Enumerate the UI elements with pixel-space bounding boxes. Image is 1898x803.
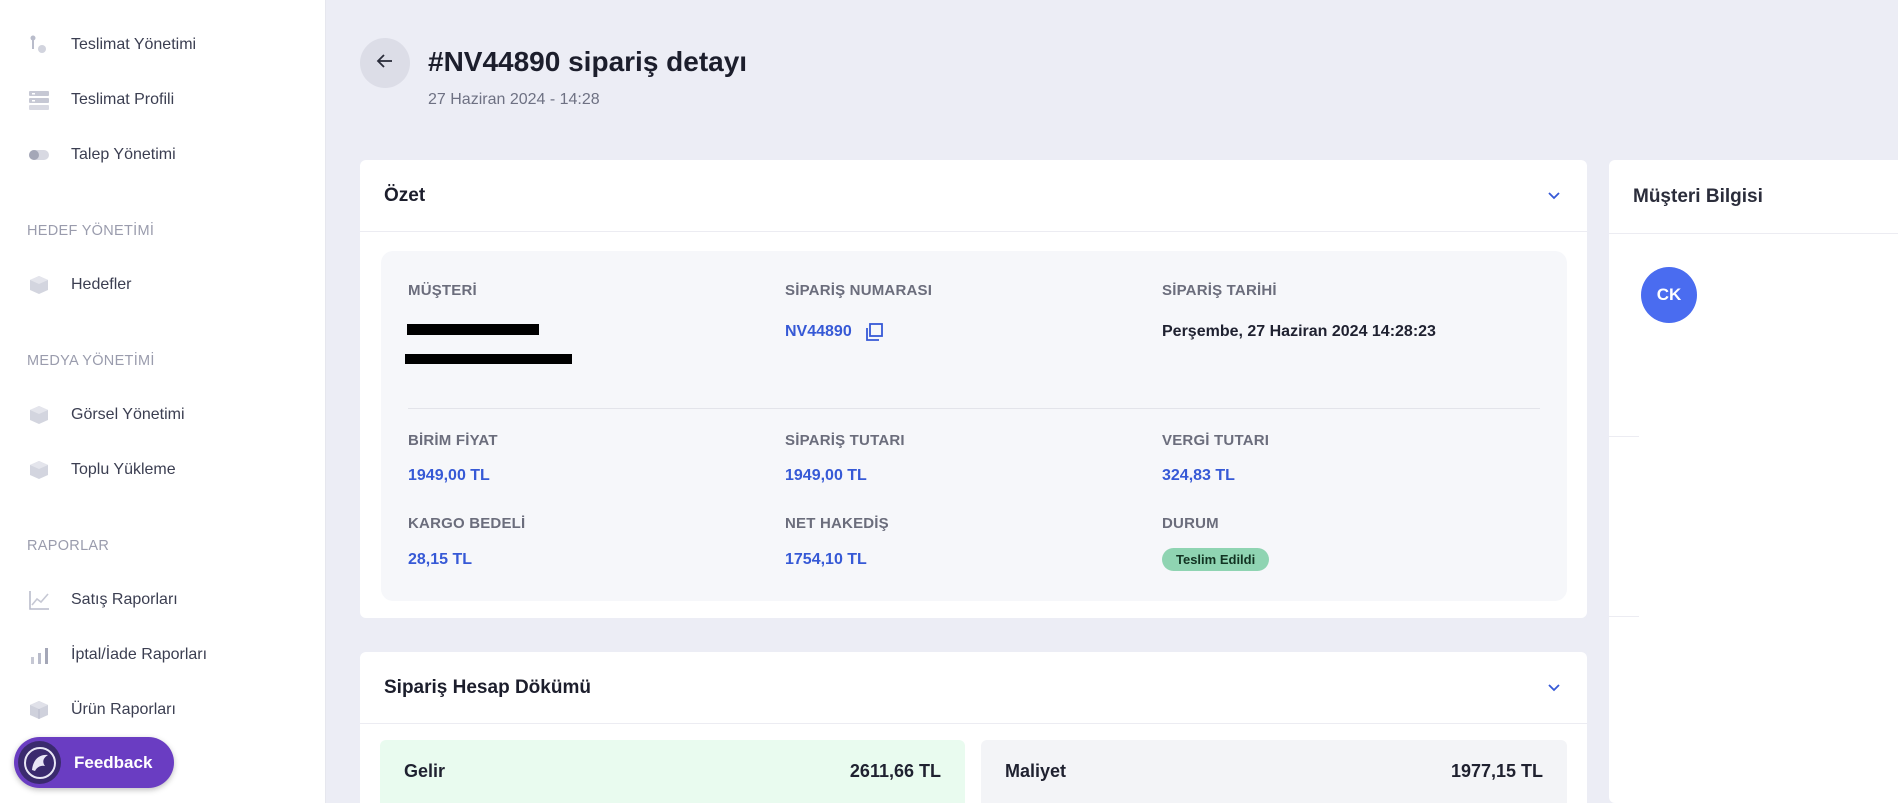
breakdown-card-header[interactable]: Sipariş Hesap Dökümü [360,652,1587,724]
shipping-cost: 28,15 TL [408,551,473,568]
summary-divider [408,408,1540,409]
sidebar-item-label: Görsel Yönetimi [71,406,185,423]
section-title-media: MEDYA YÖNETİMİ [27,353,155,369]
sidebar-item-label: Ürün Raporları [71,701,176,718]
income-pane: Gelir 2611,66 TL [380,740,965,803]
order-number-label: SİPARİŞ NUMARASI [785,282,933,299]
tax-label: VERGİ TUTARI [1162,432,1270,449]
customer-panel-divider [1609,616,1639,617]
sidebar-item-label: Teslimat Yönetimi [71,36,197,53]
sidebar-item-image-management[interactable]: Görsel Yönetimi [27,400,185,430]
sidebar-item-label: Talep Yönetimi [71,146,176,163]
net-label: NET HAKEDİŞ [785,515,889,532]
net-amount: 1754,10 TL [785,551,867,568]
unit-price-label: BİRİM FİYAT [408,432,498,449]
arrow-left-icon [375,51,395,76]
customer-label: MÜŞTERİ [408,282,477,299]
feedback-label: Feedback [74,752,153,772]
status-badge: Teslim Edildi [1162,548,1270,571]
sidebar-item-request-management[interactable]: Talep Yönetimi [27,140,176,170]
back-button[interactable] [360,38,410,88]
page-title: #NV44890 sipariş detayı [428,46,748,77]
page-date: 27 Haziran 2024 - 14:28 [428,91,600,108]
summary-card-header[interactable]: Özet [360,160,1587,232]
bar-chart-icon [27,643,51,667]
cost-pane: Maliyet 1977,15 TL [981,740,1567,803]
customer-panel-title: Müşteri Bilgisi [1633,185,1763,207]
sidebar-item-label: İptal/İade Raporları [71,646,208,663]
sidebar-item-label: Teslimat Profili [71,91,175,108]
cost-label: Maliyet [1005,761,1067,781]
sidebar-item-delivery-management[interactable]: Teslimat Yönetimi [27,30,196,60]
order-date-label: SİPARİŞ TARİHİ [1162,282,1277,299]
server-icon [27,88,51,112]
order-total: 1949,00 TL [785,467,867,484]
sidebar: Teslimat Yönetimi Teslimat Profili Talep… [0,0,326,803]
order-date: Perşembe, 27 Haziran 2024 14:28:23 [1162,323,1436,340]
summary-card: Özet MÜŞTERİ SİPARİŞ NUMARASI NV44890 Sİ… [360,160,1587,618]
summary-details: MÜŞTERİ SİPARİŞ NUMARASI NV44890 SİPARİŞ… [381,251,1567,601]
tax-amount: 324,83 TL [1162,467,1235,484]
sidebar-item-goals[interactable]: Hedefler [27,270,131,300]
sidebar-item-label: Toplu Yükleme [71,461,176,478]
order-total-label: SİPARİŞ TUTARI [785,432,905,449]
cube-icon [27,458,51,482]
sidebar-item-product-reports[interactable]: Ürün Raporları [27,695,176,725]
chevron-down-icon[interactable] [1545,679,1563,697]
chevron-down-icon[interactable] [1545,187,1563,205]
toggle-icon [27,143,51,167]
sidebar-item-label: Hedefler [71,276,132,293]
sidebar-item-sales-reports[interactable]: Satış Raporları [27,585,178,615]
line-chart-icon [27,588,51,612]
summary-title: Özet [384,184,426,206]
redacted-customer-email [405,354,572,364]
sidebar-item-label: Satış Raporları [71,591,178,608]
income-label: Gelir [404,761,446,781]
feedback-button[interactable]: Feedback [14,737,174,788]
sidebar-item-bulk-upload[interactable]: Toplu Yükleme [27,455,176,485]
status-label: DURUM [1162,515,1219,532]
customer-panel-header: Müşteri Bilgisi [1609,160,1898,234]
sidebar-item-cancel-return-reports[interactable]: İptal/İade Raporları [27,640,207,670]
copy-icon[interactable] [864,322,884,347]
order-number: NV44890 [785,323,852,340]
avatar: CK [1641,267,1697,323]
breakdown-title: Sipariş Hesap Dökümü [384,676,591,698]
section-title-reports: RAPORLAR [27,538,110,554]
sidebar-item-delivery-profile[interactable]: Teslimat Profili [27,85,174,115]
customer-panel: Müşteri Bilgisi [1609,160,1898,803]
income-value: 2611,66 TL [849,761,941,781]
section-title-goals: HEDEF YÖNETİMİ [27,223,155,239]
cost-value: 1977,15 TL [1450,761,1543,781]
delivery-icon [27,33,51,57]
box-icon [27,698,51,722]
unit-price: 1949,00 TL [408,467,490,484]
cube-icon [27,273,51,297]
feedback-logo-icon [18,741,61,784]
customer-panel-divider [1609,436,1639,437]
redacted-customer-name [407,324,539,335]
cube-icon [27,403,51,427]
shipping-label: KARGO BEDELİ [408,515,526,532]
